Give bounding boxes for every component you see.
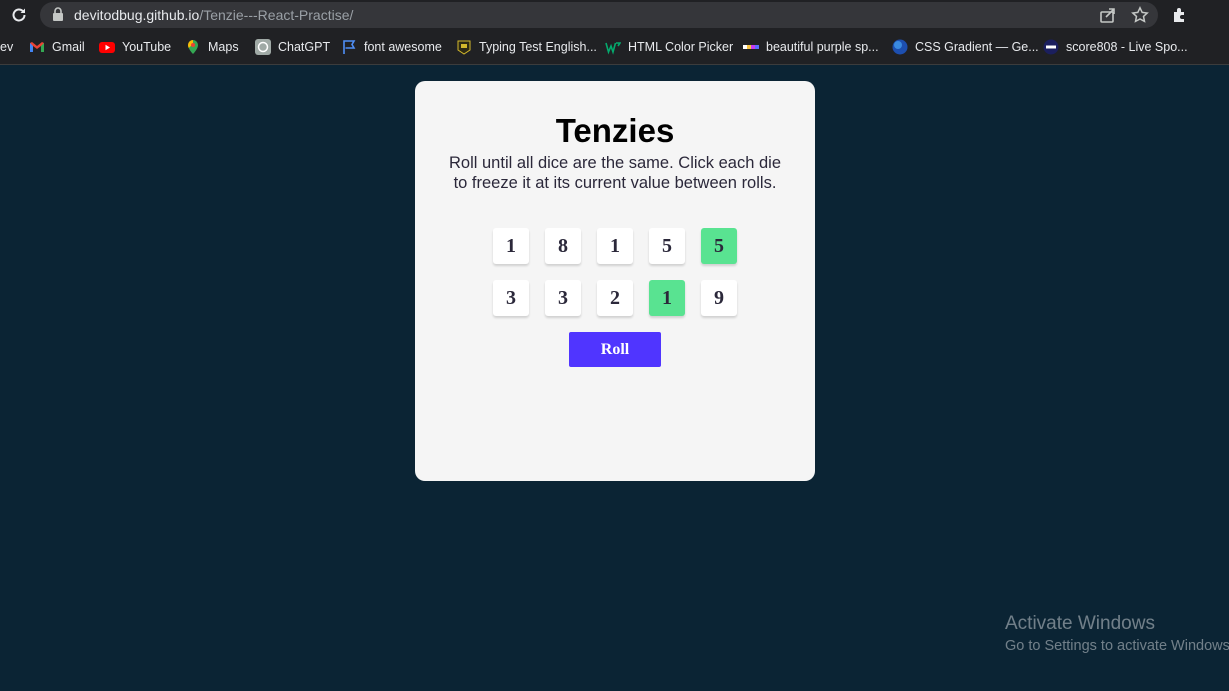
gradient-bar-icon (743, 45, 759, 49)
bookmark-gmail[interactable]: Gmail (29, 38, 85, 56)
instructions-text: Roll until all dice are the same. Click … (449, 154, 781, 192)
die[interactable]: 1 (493, 228, 529, 264)
typing-test-icon (457, 40, 471, 55)
die[interactable]: 3 (545, 280, 581, 316)
bookmark-css-gradient[interactable]: CSS Gradient — Ge... (892, 38, 1039, 56)
bookmark-label: YouTube (122, 40, 172, 54)
bookmark-label: score808 - Live Spo... (1066, 40, 1188, 54)
activation-watermark-subtitle: Go to Settings to activate Windows. (1005, 638, 1229, 654)
roll-button[interactable]: Roll (569, 332, 661, 367)
die[interactable]: 9 (701, 280, 737, 316)
bookmark-partial[interactable]: ev (0, 38, 13, 56)
bookmark-score808[interactable]: score808 - Live Spo... (1043, 38, 1188, 56)
bookmark-typing-test[interactable]: Typing Test English... (456, 38, 597, 56)
die[interactable]: 5 (649, 228, 685, 264)
flag-icon (343, 40, 356, 54)
die[interactable]: 5 (701, 228, 737, 264)
tenzies-card: Tenzies Roll until all dice are the same… (415, 81, 815, 481)
url-text[interactable]: devitodbug.github.io/Tenzie---React-Prac… (74, 6, 353, 24)
extensions-icon[interactable] (1171, 6, 1189, 24)
share-icon[interactable] (1099, 6, 1117, 24)
url-path: /Tenzie---React-Practise/ (199, 7, 354, 23)
youtube-icon (99, 42, 115, 53)
reload-icon[interactable] (10, 6, 28, 24)
live-icon (1043, 39, 1059, 55)
css-gradient-icon (892, 39, 908, 55)
chatgpt-icon (255, 39, 271, 55)
bookmark-maps[interactable]: Maps (185, 38, 239, 56)
bookmark-html-color-picker[interactable]: HTML Color Picker (605, 38, 733, 56)
bookmark-label: Maps (208, 40, 239, 54)
bookmark-font-awesome[interactable]: font awesome (341, 38, 442, 56)
lock-icon[interactable] (52, 7, 64, 21)
die[interactable]: 8 (545, 228, 581, 264)
bookmark-label: CSS Gradient — Ge... (915, 40, 1039, 54)
bookmark-youtube[interactable]: YouTube (99, 38, 171, 56)
w3schools-icon (605, 42, 621, 55)
bookmark-label: font awesome (364, 40, 442, 54)
bookmark-label: beautiful purple sp... (766, 40, 879, 54)
maps-icon (188, 40, 198, 54)
die[interactable]: 1 (649, 280, 685, 316)
bookmark-chatgpt[interactable]: ChatGPT (255, 38, 330, 56)
bookmark-star-icon[interactable] (1131, 6, 1149, 24)
die[interactable]: 2 (597, 280, 633, 316)
die[interactable]: 1 (597, 228, 633, 264)
die[interactable]: 3 (493, 280, 529, 316)
bookmark-label: Gmail (52, 40, 85, 54)
browser-toolbar: devitodbug.github.io/Tenzie---React-Prac… (0, 0, 1229, 30)
bookmark-label: HTML Color Picker (628, 40, 734, 54)
bookmark-purple[interactable]: beautiful purple sp... (743, 38, 879, 56)
bookmarks-bar: ev Gmail YouTube Maps ChatGPT font aweso… (0, 30, 1229, 65)
bookmark-label: Typing Test English... (479, 40, 597, 54)
bookmark-label: ev (0, 40, 14, 54)
url-host: devitodbug.github.io (74, 7, 200, 23)
dice-grid: 1 8 1 5 5 3 3 2 1 9 (493, 228, 737, 316)
gmail-icon (30, 42, 44, 52)
bookmark-label: ChatGPT (278, 40, 331, 54)
activation-watermark-title: Activate Windows (1005, 613, 1155, 634)
page-title: Tenzies (555, 112, 675, 149)
